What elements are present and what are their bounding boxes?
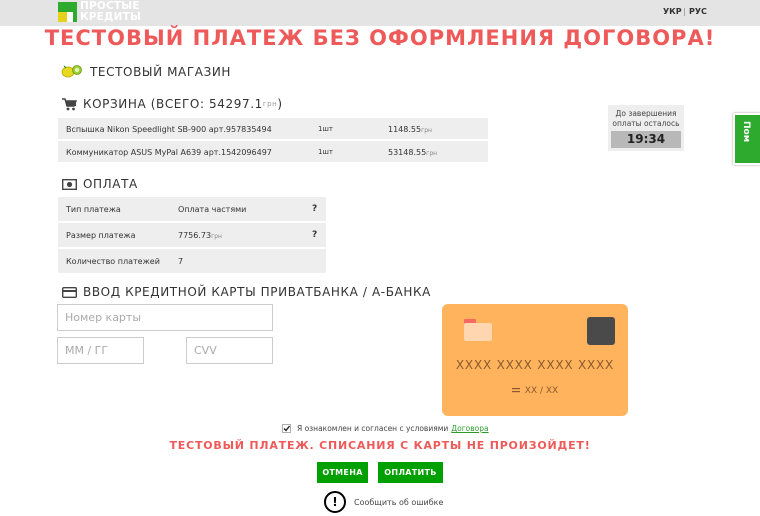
card-number-input[interactable] (57, 304, 273, 331)
page-title: ТЕСТОВЫЙ ПЛАТЕЖ БЕЗ ОФОРМЛЕНИЯ ДОГОВОРА! (44, 26, 716, 50)
credit-card-icon (62, 286, 77, 298)
cancel-button[interactable]: ОТМЕНА (317, 462, 368, 483)
payment-amount: 7756.73 (178, 231, 212, 240)
help-side-tab[interactable]: Пом (733, 113, 760, 165)
agreement-checkbox[interactable] (282, 424, 291, 433)
logo-square (67, 12, 73, 22)
payment-heading: ОПЛАТА (62, 177, 138, 191)
check-icon (282, 424, 291, 433)
logo-square (58, 12, 67, 22)
timer-value: 19:34 (611, 131, 681, 148)
top-bar: ПРОСТЫЕ КРЕДИТЫ УКР | РУС (0, 0, 760, 26)
folder-icon (464, 319, 492, 341)
card-preview: XXXX XXXX XXXX XXXX XX / XX (442, 304, 628, 416)
table-row: Количество платежей 7 (58, 249, 326, 273)
item-price-currency: грн (421, 127, 432, 134)
cart-total-label: КОРЗИНА (ВСЕГО: 54297.1 (83, 97, 263, 111)
cvv-input[interactable] (186, 337, 273, 364)
payment-title: ОПЛАТА (83, 177, 138, 191)
lemons-icon (60, 64, 84, 80)
payment-value: Оплата частями (178, 205, 247, 214)
payment-label: Тип платежа (66, 205, 121, 214)
equals-icon (511, 388, 520, 393)
item-name: Коммуникатор ASUS MyPal A639 арт.1542096… (66, 148, 272, 157)
pay-button[interactable]: ОПЛАТИТЬ (378, 462, 443, 483)
cart-total-currency: грн (262, 100, 278, 108)
payment-value: 7756.73грн (178, 231, 222, 240)
item-price: 1148.55грн (388, 125, 432, 134)
exclamation-icon: ! (324, 491, 346, 513)
payment-label: Количество платежей (66, 257, 160, 266)
payment-currency: грн (211, 233, 222, 240)
logo-square (58, 2, 67, 12)
cart-heading: КОРЗИНА (ВСЕГО: 54297.1 грн) (62, 97, 283, 111)
cart-icon (62, 97, 77, 111)
item-price-value: 1148.55 (388, 125, 422, 134)
test-payment-warning: ТЕСТОВЫЙ ПЛАТЕЖ. СПИСАНИЯ С КАРТЫ НЕ ПРО… (169, 439, 591, 452)
payment-value: 7 (178, 257, 184, 266)
logo-text: ПРОСТЫЕ КРЕДИТЫ (80, 1, 141, 23)
cart-total-close: ) (277, 97, 283, 111)
money-icon (62, 178, 77, 190)
card-form-heading: ВВОД КРЕДИТНОЙ КАРТЫ ПРИВАТБАНКА / А-БАН… (62, 285, 431, 299)
item-name: Вспышка Nikon Speedlight SB-900 арт.9578… (66, 125, 272, 134)
help-icon[interactable]: ? (312, 204, 317, 214)
table-row: Коммуникатор ASUS MyPal A639 арт.1542096… (58, 141, 488, 162)
lang-rus-link[interactable]: РУС (689, 7, 707, 16)
agreement-text: Я ознакомлен и согласен с условиями (297, 424, 449, 433)
payment-label: Размер платежа (66, 231, 136, 240)
item-price-currency: грн (426, 150, 438, 157)
item-qty: 1шт (318, 125, 333, 133)
logo[interactable]: ПРОСТЫЕ КРЕДИТЫ (58, 0, 148, 24)
help-tab-label: Пом (741, 121, 751, 143)
folder-body (464, 323, 492, 341)
shop-heading: ТЕСТОВЫЙ МАГАЗИН (60, 64, 231, 80)
card-preview-expiry-value: XX / XX (524, 386, 559, 396)
logo-line-2: КРЕДИТЫ (80, 11, 142, 23)
table-row: Вспышка Nikon Speedlight SB-900 арт.9578… (58, 118, 488, 139)
report-error-text: Сообщить об ошибке (354, 497, 444, 507)
agreement-row: Я ознакомлен и согласен с условиями Дого… (282, 424, 489, 433)
card-preview-number: XXXX XXXX XXXX XXXX (455, 358, 615, 372)
table-row: Размер платежа 7756.73грн ? (58, 223, 326, 247)
lang-separator: | (683, 7, 686, 16)
card-form-title: ВВОД КРЕДИТНОЙ КАРТЫ ПРИВАТБАНКА / А-БАН… (83, 285, 431, 299)
item-price: 53148.55грн (388, 148, 437, 157)
card-preview-expiry: XX / XX (442, 386, 628, 396)
table-row: Тип платежа Оплата частями ? (58, 197, 326, 221)
countdown-timer: До завершения оплаты осталось 19:34 (608, 105, 684, 151)
timer-label: До завершения оплаты осталось (612, 109, 680, 128)
lang-ukr-link[interactable]: УКР (663, 7, 682, 16)
item-price-value: 53148.55 (388, 148, 427, 157)
contract-link[interactable]: Договора (451, 424, 488, 433)
help-icon[interactable]: ? (312, 230, 317, 240)
cart-table: Вспышка Nikon Speedlight SB-900 арт.9578… (58, 118, 488, 164)
shop-name: ТЕСТОВЫЙ МАГАЗИН (90, 65, 232, 79)
item-qty: 1шт (318, 148, 333, 156)
report-error-link[interactable]: ! Сообщить об ошибке (324, 491, 443, 513)
payment-table: Тип платежа Оплата частями ? Размер плат… (58, 197, 326, 275)
expiry-input[interactable] (57, 337, 144, 364)
card-chip-icon (587, 317, 615, 345)
